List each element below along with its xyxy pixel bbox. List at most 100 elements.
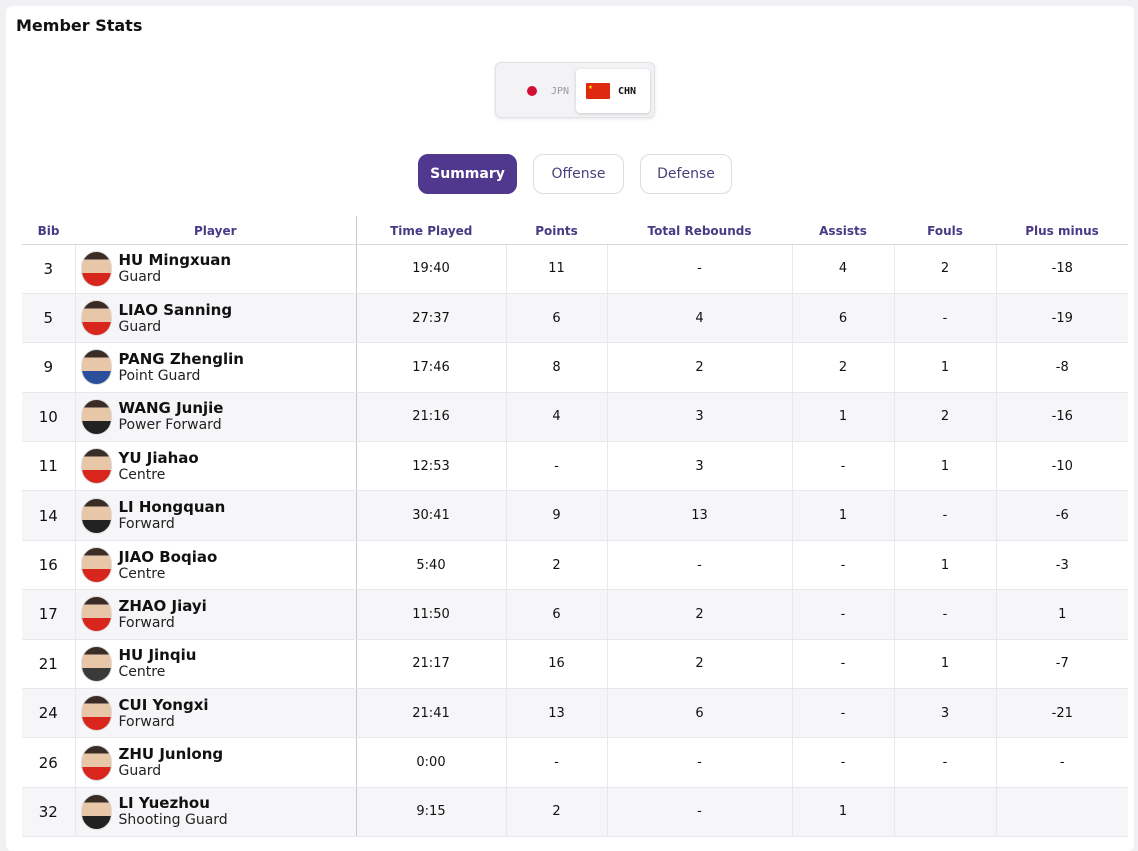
table-row[interactable]: 26 ZHU Junlong Guard 0:00- - - - -: [22, 737, 1128, 788]
points-cell: 13: [505, 688, 607, 739]
player-cell[interactable]: JIAO Boqiao Centre: [74, 540, 356, 591]
table-row[interactable]: 5 LIAO Sanning Guard 27:37 6 4 6- -19: [22, 293, 1128, 344]
time-played-cell: 17:46: [355, 342, 506, 393]
player-cell[interactable]: ZHAO Jiayi Forward: [74, 589, 356, 640]
column-header-points[interactable]: Points: [506, 216, 607, 245]
table-row[interactable]: 14 LI Hongquan Forward 30:41 9 13 1- -6: [22, 490, 1128, 541]
column-header-plus-minus[interactable]: Plus minus: [996, 216, 1128, 245]
assists-cell: 1: [791, 787, 894, 838]
tab-defense[interactable]: Defense: [640, 154, 732, 194]
plus-minus-cell: -10: [995, 441, 1128, 492]
table-row[interactable]: 11 YU Jiahao Centre 12:53-3-1 -10: [22, 441, 1128, 492]
table-row[interactable]: 16 JIAO Boqiao Centre 5:40 2- -1 -3: [22, 540, 1128, 591]
player-cell[interactable]: CUI Yongxi Forward: [74, 688, 356, 739]
player-cell[interactable]: LI Hongquan Forward: [74, 490, 356, 541]
player-cell[interactable]: YU Jiahao Centre: [74, 441, 356, 492]
bib-cell: 14: [22, 490, 75, 541]
fouls-cell: 1: [893, 540, 996, 591]
table-row[interactable]: 21 HU Jinqiu Centre 21:17 16 2-1 -7: [22, 639, 1128, 690]
plus-minus-cell: -6: [995, 490, 1128, 541]
column-header-total-rebounds[interactable]: Total Rebounds: [607, 216, 792, 245]
player-avatar: [80, 300, 112, 337]
table-row[interactable]: 32 LI Yuezhou Shooting Guard 9:15 2-1: [22, 787, 1128, 838]
player-avatar: [80, 547, 112, 584]
team-code: CHN: [618, 85, 637, 97]
fouls-cell: 1: [893, 639, 996, 690]
assists-cell: -: [791, 540, 894, 591]
player-position: Forward: [118, 614, 175, 631]
points-cell: 2: [505, 787, 607, 838]
bib-cell: 9: [22, 342, 75, 393]
plus-minus-cell: -21: [995, 688, 1128, 739]
assists-cell: 1: [791, 392, 894, 443]
assists-cell: -: [791, 441, 894, 492]
table-row[interactable]: 17 ZHAO Jiayi Forward 11:50 6 2- -1: [22, 589, 1128, 640]
table-row[interactable]: 24 CUI Yongxi Forward 21:41 13 6-3 -21: [22, 688, 1128, 739]
total-rebounds-cell: 2: [606, 342, 792, 393]
bib-cell: 32: [22, 787, 75, 838]
total-rebounds-cell: 3: [606, 441, 792, 492]
player-cell[interactable]: HU Jinqiu Centre: [74, 639, 356, 690]
plus-minus-cell: -16: [995, 392, 1128, 443]
column-header-bib[interactable]: Bib: [22, 216, 75, 245]
player-cell[interactable]: LI Yuezhou Shooting Guard: [74, 787, 356, 838]
assists-cell: 6: [791, 293, 894, 344]
column-header-fouls[interactable]: Fouls: [894, 216, 996, 245]
player-name: CUI Yongxi: [118, 695, 209, 714]
column-header-player[interactable]: Player: [75, 216, 356, 245]
player-name: PANG Zhenglin: [118, 349, 244, 368]
time-played-cell: 19:40: [355, 244, 506, 294]
table-row[interactable]: 9 PANG Zhenglin Point Guard 17:46 8 2 2 1 -8: [22, 342, 1128, 393]
points-cell: 6: [505, 589, 607, 640]
plus-minus-cell: [995, 787, 1128, 838]
player-position: Power Forward: [118, 417, 222, 434]
player-avatar: [80, 250, 112, 287]
points-cell: 11: [505, 244, 607, 294]
table-row[interactable]: 3 HU Mingxuan Guard 19:40 11-4 2 -18: [22, 244, 1128, 294]
bib-cell: 3: [22, 244, 75, 294]
time-played-cell: 30:41: [355, 490, 506, 541]
team-option-jpn[interactable]: JPN: [522, 69, 569, 113]
team-option-chn[interactable]: CHN: [576, 69, 650, 113]
total-rebounds-cell: 2: [606, 639, 792, 690]
assists-cell: 1: [791, 490, 894, 541]
time-played-cell: 27:37: [355, 293, 506, 344]
total-rebounds-cell: -: [606, 737, 792, 788]
table-header-row: Bib Player Time Played Points Total Rebo…: [22, 216, 1128, 245]
points-cell: 2: [505, 540, 607, 591]
points-cell: 4: [505, 392, 607, 443]
fouls-cell: -: [893, 490, 996, 541]
assists-cell: 2: [791, 342, 894, 393]
player-cell[interactable]: LIAO Sanning Guard: [74, 293, 356, 344]
plus-minus-cell: -7: [995, 639, 1128, 690]
tab-summary[interactable]: Summary: [418, 154, 517, 194]
player-cell[interactable]: PANG Zhenglin Point Guard: [74, 342, 356, 393]
player-cell[interactable]: WANG Junjie Power Forward: [74, 392, 356, 443]
assists-cell: -: [791, 737, 894, 788]
stats-tabs: Summary Offense Defense: [6, 154, 1134, 194]
player-position: Shooting Guard: [118, 812, 228, 829]
column-header-assists[interactable]: Assists: [792, 216, 894, 245]
player-name: HU Mingxuan: [118, 251, 232, 270]
column-header-time-played[interactable]: Time Played: [355, 216, 506, 245]
player-name: HU Jinqiu: [118, 646, 197, 665]
tab-offense[interactable]: Offense: [533, 154, 624, 194]
bib-cell: 21: [22, 639, 75, 690]
player-position: Point Guard: [118, 367, 201, 384]
player-name: ZHU Junlong: [118, 745, 224, 764]
team-code: JPN: [551, 85, 570, 97]
assists-cell: 4: [791, 244, 894, 294]
player-position: Forward: [118, 713, 175, 730]
table-row[interactable]: 10 WANG Junjie Power Forward 21:16 4 3 1 2 -16: [22, 392, 1128, 443]
total-rebounds-cell: -: [606, 787, 792, 838]
player-cell[interactable]: HU Mingxuan Guard: [74, 244, 356, 294]
plus-minus-cell: -18: [995, 244, 1128, 294]
player-position: Guard: [118, 318, 162, 335]
plus-minus-cell: -: [995, 737, 1128, 788]
player-avatar: [80, 645, 112, 682]
fouls-cell: 1: [893, 342, 996, 393]
player-cell[interactable]: ZHU Junlong Guard: [74, 737, 356, 788]
player-position: Centre: [118, 565, 166, 582]
player-position: Centre: [118, 466, 166, 483]
time-played-cell: 21:16: [355, 392, 506, 443]
